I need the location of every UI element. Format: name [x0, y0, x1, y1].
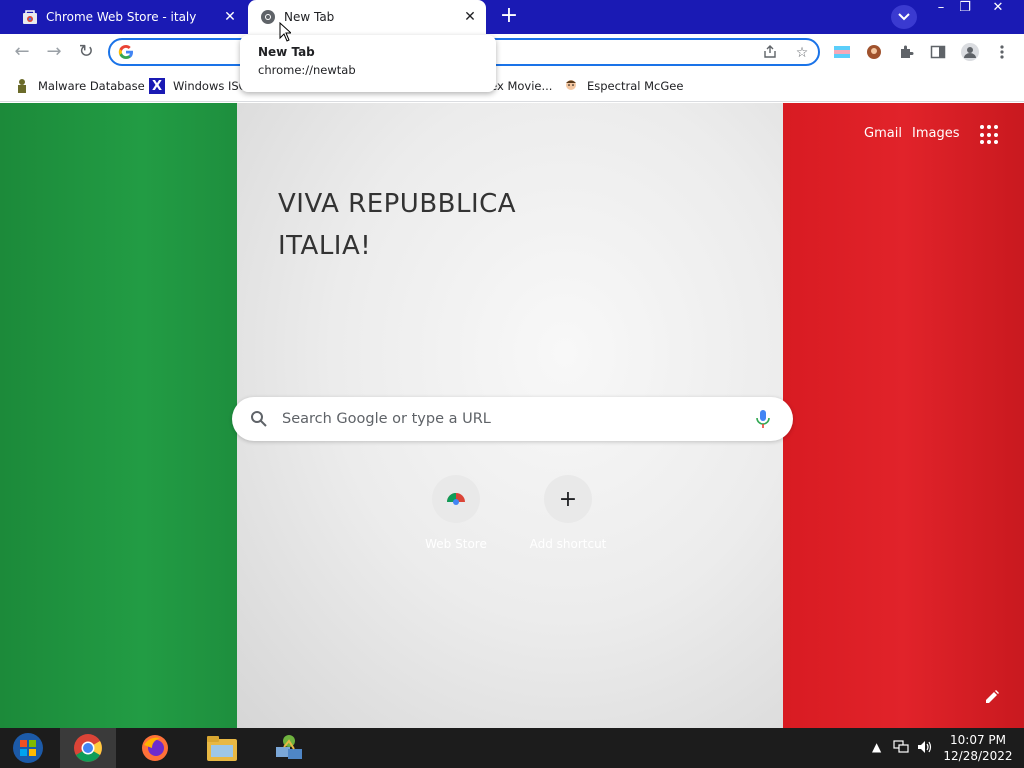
tab-hover-card: New Tab chrome://newtab — [240, 35, 496, 92]
network-icon[interactable] — [893, 740, 909, 757]
taskbar-file-explorer[interactable] — [194, 728, 250, 768]
taskbar-firefox[interactable] — [127, 728, 183, 768]
new-tab-button[interactable]: + — [497, 5, 521, 28]
extension-flag-icon[interactable] — [832, 42, 852, 62]
google-icon — [118, 45, 133, 59]
tab-title: New Tab — [284, 10, 335, 24]
volume-icon[interactable] — [917, 740, 933, 757]
extensions-puzzle-icon[interactable] — [896, 42, 916, 62]
plus-icon: + — [544, 475, 592, 523]
chrome-icon — [74, 734, 102, 762]
toolbar: ← → ↻ ☆ — [0, 34, 1024, 70]
extension-avatar-icon[interactable] — [864, 42, 884, 62]
bookmark-espectral-mcgee[interactable]: Espectral McGee — [563, 76, 683, 96]
new-tab-page: Gmail Images VIVA REPUBBLICA ITALIA! Web… — [0, 103, 1024, 728]
side-panel-icon[interactable] — [928, 42, 948, 62]
images-link[interactable]: Images — [912, 126, 960, 141]
shortcut-label: Web Store — [425, 537, 487, 551]
bookmark-star-icon[interactable]: ☆ — [794, 45, 810, 61]
taskbar-chrome[interactable] — [60, 728, 116, 768]
close-window-button[interactable]: ✕ — [983, 0, 1013, 18]
custom-message: VIVA REPUBBLICA ITALIA! — [278, 183, 516, 267]
tab-strip: Chrome Web Store - italy ✕ New Tab ✕ + –… — [0, 0, 1024, 34]
chevron-down-icon — [898, 13, 910, 21]
folder-icon — [207, 736, 237, 761]
mouse-cursor-icon — [279, 22, 291, 42]
clock-date: 12/28/2022 — [943, 749, 1013, 763]
tab-chrome-web-store[interactable]: Chrome Web Store - italy ✕ — [10, 0, 246, 34]
taskbar: ▲ 10:07 PM 12/28/2022 — [0, 728, 1024, 768]
shortcut-label: Add shortcut — [529, 537, 607, 551]
forward-button[interactable]: → — [42, 40, 66, 64]
search-icon — [251, 411, 267, 427]
x-icon: X — [149, 78, 165, 94]
network-app-icon — [276, 735, 302, 759]
profile-icon[interactable] — [960, 42, 980, 62]
message-line-1: VIVA REPUBBLICA — [278, 189, 517, 219]
gmail-link[interactable]: Gmail — [864, 126, 902, 141]
bookmark-windows-iso[interactable]: X Windows ISO — [149, 76, 248, 96]
chrome-web-store-icon — [432, 475, 480, 523]
restore-button[interactable]: ❐ — [950, 0, 980, 18]
message-line-2: ITALIA! — [278, 231, 372, 261]
system-clock[interactable]: 10:07 PM 12/28/2022 — [936, 732, 1020, 764]
shortcut-add[interactable]: + Add shortcut — [518, 475, 618, 551]
chrome-web-store-icon — [22, 9, 38, 25]
search-input[interactable] — [282, 409, 742, 429]
flag-green-stripe — [0, 103, 237, 728]
start-orb-icon — [13, 733, 43, 763]
back-button[interactable]: ← — [10, 40, 34, 64]
chrome-icon — [260, 9, 276, 25]
bookmarks-bar: Malware Database X Windows ISO Plex Movi… — [0, 70, 1024, 102]
flag-red-stripe — [783, 103, 1024, 728]
google-search-box[interactable] — [232, 397, 793, 441]
google-apps-icon[interactable] — [980, 125, 1000, 145]
close-tab-icon[interactable]: ✕ — [462, 9, 478, 25]
hover-card-title: New Tab — [258, 45, 315, 59]
taskbar-network-app[interactable] — [261, 728, 317, 768]
bookmark-malware-database[interactable]: Malware Database — [14, 76, 145, 96]
malware-icon — [14, 78, 30, 94]
tab-search-button[interactable] — [891, 5, 917, 29]
start-button[interactable] — [0, 728, 56, 768]
shortcut-web-store[interactable]: Web Store — [406, 475, 506, 551]
show-hidden-icons-icon[interactable]: ▲ — [872, 740, 881, 754]
microphone-icon[interactable] — [754, 409, 772, 429]
tab-title: Chrome Web Store - italy — [46, 10, 197, 24]
close-tab-icon[interactable]: ✕ — [222, 9, 238, 25]
menu-dots-icon[interactable] — [992, 42, 1012, 62]
firefox-icon — [142, 735, 168, 761]
clock-time: 10:07 PM — [950, 733, 1006, 747]
share-icon[interactable] — [762, 45, 778, 61]
person-icon — [563, 78, 579, 94]
reload-button[interactable]: ↻ — [74, 40, 98, 64]
customize-pencil-icon[interactable] — [984, 689, 1000, 705]
hover-card-url: chrome://newtab — [258, 63, 356, 77]
